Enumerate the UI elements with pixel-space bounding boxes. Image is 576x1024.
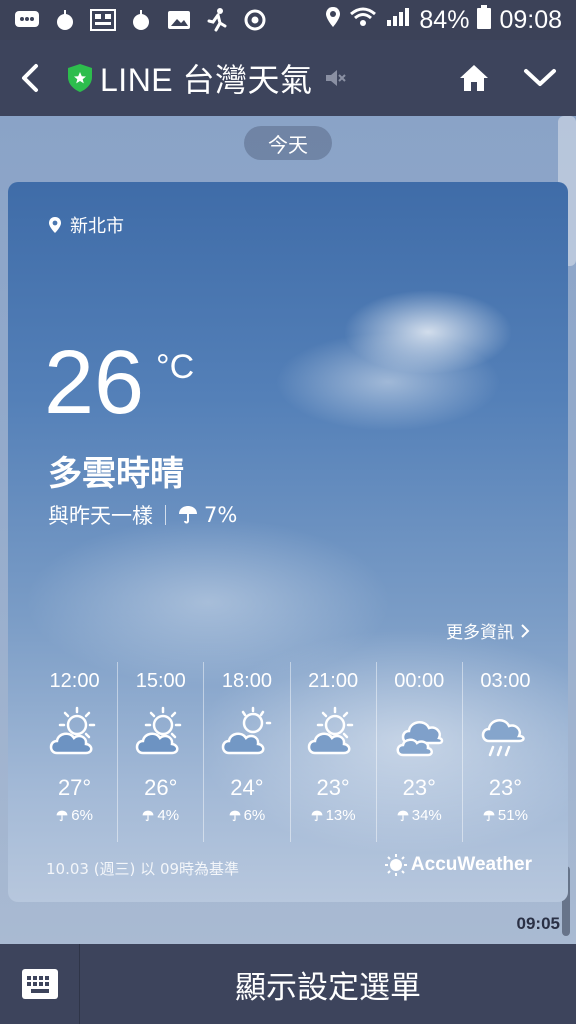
- umbrella-icon: [229, 810, 240, 821]
- location-name: 新北市: [70, 216, 124, 237]
- apple-icon: [128, 9, 154, 31]
- accuweather-logo: AccuWeather: [384, 854, 532, 876]
- hour-rain: 6%: [56, 807, 93, 824]
- umbrella-icon: [56, 810, 68, 821]
- keyboard-icon: [21, 969, 58, 999]
- umbrella-icon: [397, 810, 409, 821]
- hour-rain: 4%: [142, 807, 179, 824]
- hour-temp: 27°: [57, 775, 92, 800]
- location-icon: [325, 6, 341, 35]
- hour-rain-value: 13%: [325, 807, 356, 824]
- hourly-item: 15:00 26° 4%: [117, 662, 203, 842]
- hour-temp: 24°: [230, 775, 264, 800]
- runner-icon: [204, 8, 230, 32]
- hour-rain-value: 4%: [157, 807, 180, 824]
- hourly-forecast: 12:00 27° 6% 15:00 26° 4% 18:00 24° 6% 2…: [32, 662, 548, 842]
- hour-rain-value: 51%: [497, 807, 528, 824]
- comparison-row: 與昨天一樣 7%: [48, 500, 237, 530]
- more-info-label: 更多資訊: [446, 623, 514, 643]
- home-icon: [460, 65, 488, 91]
- notification-icons: [14, 8, 268, 32]
- bottom-bar: 顯示設定選單: [0, 944, 576, 1024]
- hourly-item: 18:00 24° 6%: [203, 662, 289, 842]
- message-time: 09:05: [516, 914, 560, 933]
- hour-temp: 26°: [144, 775, 178, 800]
- hour-time: 12:00: [49, 670, 100, 692]
- current-temperature: 26: [44, 333, 145, 433]
- umbrella-icon: [179, 506, 197, 524]
- umbrella-icon: [311, 810, 322, 821]
- umbrella-icon: [143, 810, 154, 821]
- hour-time: 00:00: [394, 670, 445, 692]
- hour-rain-value: 34%: [411, 807, 442, 824]
- umbrella-icon: [483, 810, 495, 821]
- system-indicators: 84% 09:08: [325, 4, 562, 36]
- sun-cloud-icon: [135, 706, 181, 755]
- keyboard-button[interactable]: [0, 944, 80, 1024]
- hour-temp: 23°: [316, 775, 350, 800]
- expand-menu-button[interactable]: [504, 40, 576, 116]
- more-info-link[interactable]: 更多資訊: [446, 618, 530, 643]
- app-bar: LINE 台灣天氣: [0, 40, 576, 116]
- chat-area[interactable]: 今天 新北市 26 °C 多雲時晴 與昨天一樣 7% 更多資訊 12:00 27…: [0, 116, 576, 944]
- hour-temp: 23°: [488, 775, 523, 800]
- hour-time: 15:00: [135, 670, 186, 692]
- show-menu-button[interactable]: 顯示設定選單: [80, 962, 576, 1007]
- hour-rain-value: 6%: [243, 807, 266, 824]
- chat-icon: [14, 9, 40, 31]
- sun-cloud-icon: [221, 706, 272, 755]
- weather-card[interactable]: 新北市 26 °C 多雲時晴 與昨天一樣 7% 更多資訊 12:00 27° 6…: [8, 182, 568, 902]
- status-bar: 84% 09:08: [0, 0, 576, 40]
- hour-time: 03:00: [480, 670, 531, 692]
- battery-percent: 84%: [419, 5, 470, 34]
- chrome-icon: [242, 9, 268, 31]
- weather-condition: 多雲時晴: [48, 454, 184, 494]
- sun-logo-icon: [384, 854, 407, 876]
- image-icon: [166, 9, 192, 31]
- comparison-text: 與昨天一樣: [48, 504, 153, 528]
- hour-rain: 13%: [311, 807, 356, 824]
- shield-icon: [66, 63, 94, 93]
- hour-time: 21:00: [308, 670, 359, 692]
- hour-rain: 6%: [229, 807, 266, 824]
- hour-rain: 51%: [483, 807, 528, 824]
- date-separator: 今天: [244, 126, 332, 160]
- wifi-icon: [349, 6, 377, 35]
- chevron-down-icon: [524, 69, 556, 86]
- apple-icon: [52, 9, 78, 31]
- back-button[interactable]: [0, 40, 60, 116]
- chevron-right-icon: [521, 623, 530, 638]
- qr-icon: [90, 9, 116, 31]
- back-icon: [22, 64, 38, 92]
- sun-cloud-icon: [307, 706, 354, 755]
- rain-cloud-icon: [482, 719, 526, 757]
- signal-icon: [385, 6, 411, 35]
- hour-rain-value: 6%: [71, 807, 93, 824]
- sun-cloud-icon: [49, 706, 95, 755]
- hour-rain: 34%: [397, 807, 442, 824]
- hourly-item: 03:00 23° 51%: [461, 662, 548, 842]
- hourly-item: 00:00 23° 34%: [375, 662, 462, 842]
- hourly-item: 21:00 23° 13%: [289, 662, 376, 842]
- hour-temp: 23°: [402, 775, 436, 800]
- chat-title: LINE 台灣天氣: [100, 62, 313, 98]
- location-pin-icon: [49, 217, 61, 233]
- temperature-unit: °C: [156, 348, 195, 386]
- divider: [165, 505, 166, 525]
- clock: 09:08: [499, 5, 562, 34]
- battery-icon: [477, 4, 492, 36]
- mute-icon: [323, 66, 347, 90]
- home-button[interactable]: [444, 40, 504, 116]
- provider-name: AccuWeather: [410, 854, 532, 875]
- rain-chance-value: 7%: [204, 503, 238, 527]
- forecast-basis-note: 10.03 (週三) 以 09時為基準: [46, 860, 240, 878]
- cloud-icon: [396, 721, 444, 757]
- rain-chance: 7%: [178, 503, 237, 527]
- hourly-item: 12:00 27° 6%: [32, 662, 117, 842]
- location-row: 新北市: [48, 212, 124, 238]
- hour-time: 18:00: [221, 670, 272, 692]
